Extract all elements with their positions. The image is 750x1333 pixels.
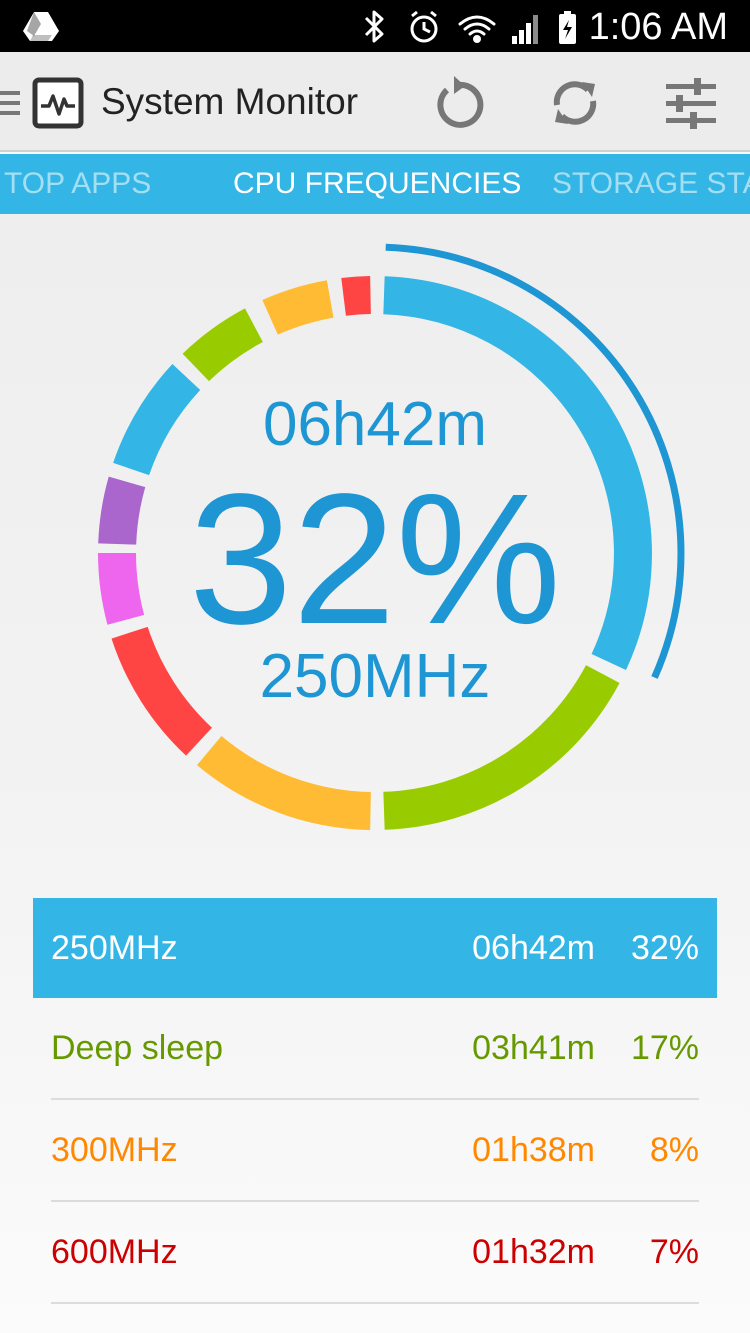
list-item-percent: 17%: [630, 1029, 699, 1067]
bluetooth-icon: [364, 10, 384, 43]
row-divider: [51, 1302, 699, 1304]
app-logo-icon[interactable]: [32, 77, 84, 129]
list-item-label: 600MHz: [51, 1233, 178, 1271]
alarm-icon: [410, 10, 438, 43]
ring-segment: [262, 280, 334, 335]
tab-cpu-frequencies[interactable]: CPU FREQUENCIES: [233, 166, 521, 202]
wifi-icon: [458, 15, 496, 43]
list-item-duration: 01h32m: [472, 1233, 595, 1271]
ring-segment: [341, 276, 372, 316]
gauge-percent: 32%: [188, 456, 562, 663]
tab-strip: TOP APPS CPU FREQUENCIES STORAGE STA: [0, 154, 750, 214]
ring-segment: [182, 308, 264, 382]
signal-icon: [512, 15, 538, 44]
drive-icon: [23, 12, 59, 41]
refresh-icon[interactable]: [546, 74, 604, 132]
tab-storage-stats[interactable]: STORAGE STA: [552, 166, 750, 202]
reset-icon[interactable]: [429, 74, 487, 132]
battery-icon: [559, 11, 576, 44]
list-item-duration: 06h42m: [472, 929, 595, 967]
list-item-duration: 01h38m: [472, 1131, 595, 1169]
list-item-percent: 7%: [649, 1233, 699, 1271]
gauge-frequency: 250MHz: [259, 642, 491, 711]
tab-top-apps[interactable]: TOP APPS: [4, 166, 151, 202]
list-item-label: 250MHz: [51, 929, 178, 967]
status-time: 1:06 AM: [588, 6, 728, 48]
frequency-list: 250MHz 06h42m 32% Deep sleep 03h41m 17% …: [33, 898, 717, 1304]
list-item[interactable]: Deep sleep 03h41m 17%: [33, 998, 717, 1100]
list-item[interactable]: 250MHz 06h42m 32%: [33, 898, 717, 998]
action-bar: System Monitor: [0, 52, 750, 152]
list-item-percent: 8%: [649, 1131, 699, 1169]
list-item[interactable]: 300MHz 01h38m 8%: [33, 1100, 717, 1202]
list-item-duration: 03h41m: [472, 1029, 595, 1067]
status-bar: 1:06 AM: [0, 0, 750, 52]
list-item-percent: 32%: [630, 929, 699, 967]
ring-segment: [196, 735, 372, 830]
gauge-time: 06h42m: [262, 390, 488, 459]
status-icons: [364, 10, 576, 44]
settings-sliders-icon[interactable]: [662, 74, 720, 132]
list-item[interactable]: 600MHz 01h32m 7%: [33, 1202, 717, 1304]
app-title: System Monitor: [101, 81, 359, 122]
drawer-menu-icon[interactable]: [0, 88, 22, 118]
list-item-label: 300MHz: [51, 1131, 178, 1169]
list-item-label: Deep sleep: [51, 1029, 224, 1067]
